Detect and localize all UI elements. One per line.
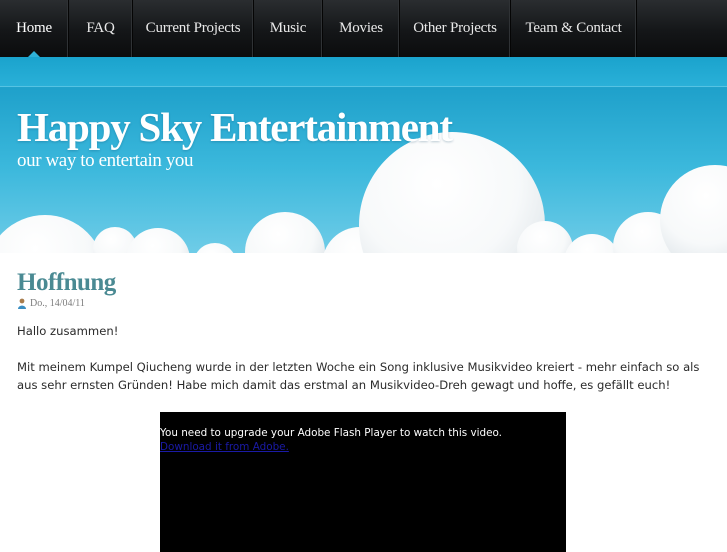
header-banner: Happy Sky Entertainment our way to enter… xyxy=(0,57,727,257)
nav-current-projects[interactable]: Current Projects xyxy=(133,0,254,57)
top-navigation: Home FAQ Current Projects Music Movies O… xyxy=(0,0,727,57)
flash-upgrade-message: You need to upgrade your Adobe Flash Pla… xyxy=(160,427,502,439)
post-greeting: Hallo zusammen! xyxy=(17,324,119,338)
post-title[interactable]: Hoffnung xyxy=(17,268,116,298)
nav-music[interactable]: Music xyxy=(254,0,323,57)
adobe-download-link[interactable]: Download it from Adobe. xyxy=(160,441,289,454)
nav-home[interactable]: Home xyxy=(0,0,69,57)
user-icon xyxy=(18,298,26,309)
nav-other-projects[interactable]: Other Projects xyxy=(400,0,511,57)
site-title[interactable]: Happy Sky Entertainment xyxy=(17,103,453,151)
nav-team-contact[interactable]: Team & Contact xyxy=(511,0,637,57)
site-tagline: our way to entertain you xyxy=(17,150,194,171)
post-date: Do., 14/04/11 xyxy=(30,298,85,309)
nav-faq[interactable]: FAQ xyxy=(69,0,133,57)
post-body: Mit meinem Kumpel Qiucheng wurde in der … xyxy=(17,360,700,392)
post-meta: Do., 14/04/11 xyxy=(17,298,85,309)
nav-movies[interactable]: Movies xyxy=(323,0,400,57)
flash-video-player[interactable]: You need to upgrade your Adobe Flash Pla… xyxy=(160,412,566,552)
